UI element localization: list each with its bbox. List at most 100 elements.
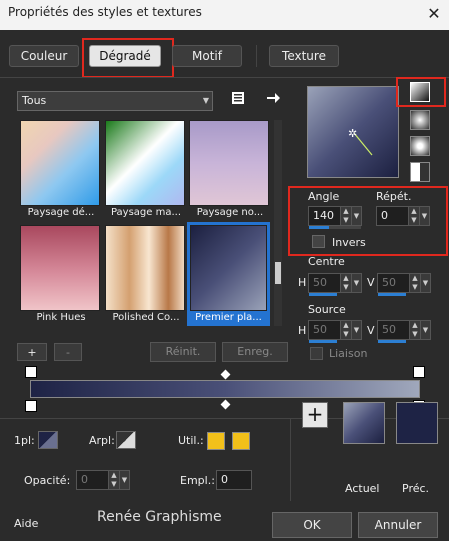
gradient-label: Paysage dé...: [27, 207, 95, 218]
repeat-dropdown[interactable]: ▼: [419, 207, 429, 225]
centre-v-value: 50: [382, 276, 396, 289]
color-stop-marker[interactable]: [413, 366, 425, 378]
centre-v-label: V: [367, 276, 375, 289]
opacity-stop-marker[interactable]: [25, 400, 37, 412]
centre-label: Centre: [308, 255, 345, 268]
gradient-thumb[interactable]: [20, 120, 100, 206]
opacity-value: 0: [81, 473, 88, 486]
add-gradient-button[interactable]: +: [17, 343, 47, 361]
radial-style-icon[interactable]: [410, 136, 430, 156]
gradient-label: Premier pla...: [195, 312, 262, 323]
centre-h-value: 50: [313, 276, 327, 289]
scrollbar-thumb[interactable]: [275, 262, 281, 284]
category-dropdown[interactable]: Tous ▼: [17, 91, 213, 111]
angle-dropdown[interactable]: ▼: [351, 207, 361, 225]
tab-texture[interactable]: Texture: [269, 45, 339, 67]
angle-label: Angle: [308, 190, 340, 203]
source-v-level: [378, 340, 406, 343]
gradient-label: Polished Co...: [112, 312, 180, 323]
divider: [290, 419, 291, 501]
one-px-label: 1pl:: [14, 434, 35, 447]
source-h-dropdown[interactable]: ▼: [351, 321, 361, 339]
add-to-swatches-button[interactable]: +: [302, 402, 328, 428]
gradient-label: Pink Hues: [36, 312, 86, 323]
util-swatch-2[interactable]: [232, 432, 250, 450]
opacity-stepper[interactable]: ▲ ▼: [108, 471, 119, 489]
reset-button[interactable]: Réinit.: [150, 342, 216, 362]
arrow-right-icon[interactable]: [265, 90, 281, 106]
link-checkbox[interactable]: [310, 347, 323, 360]
centre-h-dropdown[interactable]: ▼: [351, 274, 361, 292]
divider: [0, 77, 449, 78]
linear-style-icon[interactable]: [410, 82, 430, 102]
tab-divider: [256, 45, 257, 67]
gradient-thumb[interactable]: [20, 225, 100, 311]
empl-value: 0: [221, 473, 228, 486]
cancel-button[interactable]: Annuler: [358, 512, 438, 538]
gradient-thumb[interactable]: [189, 120, 269, 206]
opacity-dropdown[interactable]: ▼: [119, 471, 129, 489]
arpl-swatch[interactable]: [116, 431, 136, 449]
color-stop-marker[interactable]: [25, 366, 37, 378]
first-stop-swatch[interactable]: [38, 431, 58, 449]
empl-field[interactable]: 0: [216, 470, 252, 490]
link-label: Liaison: [329, 347, 368, 360]
category-value: Tous: [22, 94, 47, 107]
ok-button[interactable]: OK: [272, 512, 352, 538]
opacity-label: Opacité:: [24, 474, 71, 487]
centre-h-level: [309, 293, 337, 296]
source-v-label: V: [367, 324, 375, 337]
empl-label: Empl.:: [180, 474, 215, 487]
source-label: Source: [308, 303, 346, 316]
opacity-midpoint-marker[interactable]: [220, 399, 231, 410]
sunburst-style-icon[interactable]: [410, 162, 430, 182]
previous-label: Préc.: [402, 482, 430, 495]
help-link[interactable]: Aide: [14, 517, 38, 530]
source-h-label: H: [298, 324, 307, 337]
gradient-bar[interactable]: [30, 380, 420, 398]
gradient-thumb[interactable]: [190, 225, 267, 311]
tab-motif[interactable]: Motif: [172, 45, 242, 67]
source-h-stepper[interactable]: ▲ ▼: [340, 321, 351, 339]
save-button[interactable]: Enreg.: [222, 342, 288, 362]
source-v-stepper[interactable]: ▲ ▼: [409, 321, 420, 339]
svg-text:✲: ✲: [348, 127, 357, 140]
remove-gradient-button[interactable]: -: [54, 343, 82, 361]
scrollbar[interactable]: [274, 120, 282, 326]
angle-stepper[interactable]: ▲ ▼: [340, 207, 351, 225]
centre-v-level: [378, 293, 406, 296]
close-icon[interactable]: ✕: [424, 3, 444, 25]
repeat-stepper[interactable]: ▲ ▼: [408, 207, 419, 225]
angle-value: 140: [313, 209, 334, 222]
gradient-thumb[interactable]: [105, 225, 185, 311]
invert-checkbox[interactable]: [312, 235, 325, 248]
midpoint-marker[interactable]: [220, 369, 231, 380]
gradient-label: Paysage ma...: [110, 207, 182, 218]
gradient-thumb[interactable]: [105, 120, 185, 206]
library-icon[interactable]: [231, 90, 247, 106]
current-label: Actuel: [345, 482, 380, 495]
util-label: Util.:: [178, 434, 204, 447]
rectangular-style-icon[interactable]: [410, 110, 430, 130]
previous-swatch[interactable]: [396, 402, 438, 444]
title-bar: Propriétés des styles et textures: [0, 0, 449, 30]
centre-v-dropdown[interactable]: ▼: [420, 274, 430, 292]
watermark-text: Renée Graphisme: [97, 509, 222, 525]
source-v-dropdown[interactable]: ▼: [420, 321, 430, 339]
gradient-preview[interactable]: ✲: [307, 86, 399, 178]
gradient-label: Paysage no...: [196, 207, 264, 218]
repeat-label: Répét.: [376, 190, 412, 203]
centre-h-stepper[interactable]: ▲ ▼: [340, 274, 351, 292]
util-swatch-1[interactable]: [207, 432, 225, 450]
invert-label: Invers: [332, 236, 366, 249]
tab-degrade[interactable]: Dégradé: [89, 45, 161, 67]
arpl-label: Arpl:: [89, 434, 115, 447]
source-h-level: [309, 340, 337, 343]
source-h-value: 50: [313, 323, 327, 336]
angle-track[interactable]: [309, 226, 361, 229]
repeat-value: 0: [381, 209, 388, 222]
tab-couleur[interactable]: Couleur: [9, 45, 79, 67]
centre-h-label: H: [298, 276, 307, 289]
centre-v-stepper[interactable]: ▲ ▼: [409, 274, 420, 292]
current-swatch[interactable]: [343, 402, 385, 444]
